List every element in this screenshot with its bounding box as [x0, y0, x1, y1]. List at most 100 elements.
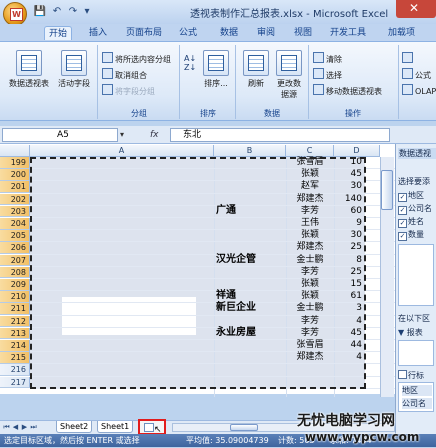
pivot-table-label: 数据透视表 — [9, 79, 49, 88]
field-checkbox-region[interactable]: ✓ 地区 — [398, 190, 424, 202]
tab-formulas[interactable]: 公式 — [175, 26, 201, 40]
active-field-label: 活动字段 — [58, 79, 90, 88]
tab-home[interactable]: 开始 — [44, 26, 73, 40]
window-title: 透视表制作汇总报表.xlsx - Microsoft Excel — [190, 9, 389, 20]
field-checkbox-company[interactable]: ✓ 公司名 — [398, 203, 432, 215]
column-header-d[interactable]: D — [334, 145, 380, 157]
sort-label: 排序... — [204, 79, 228, 88]
report-filter-box[interactable] — [398, 340, 434, 366]
move-pivot-label: 移动数据透视表 — [326, 87, 382, 96]
report-filter-area: ▼ 报表 — [398, 327, 423, 338]
name-box[interactable]: A5 — [2, 128, 118, 142]
choose-fields-label: 选择要添 — [398, 177, 430, 186]
change-data-source-label: 更改数据源 — [277, 79, 301, 99]
field-label: 地区 — [408, 191, 424, 200]
data-source-icon — [276, 50, 302, 76]
copy-marquee — [30, 157, 366, 389]
tab-data[interactable]: 数据 — [216, 26, 242, 40]
row-labels-icon — [398, 370, 407, 379]
sheet-tab-sheet1[interactable]: Sheet1 — [97, 421, 134, 433]
select-all-corner[interactable] — [0, 145, 30, 157]
active-field-icon — [61, 50, 87, 76]
group-label-grouping: 分组 — [131, 109, 147, 118]
sort-icon — [203, 50, 229, 76]
column-header-c[interactable]: C — [286, 145, 334, 157]
sort-az-icon[interactable]: A↓ Z↓ — [184, 54, 198, 72]
horizontal-scroll-thumb[interactable] — [230, 424, 258, 431]
row-header[interactable]: 213 — [0, 327, 30, 340]
formulas-button[interactable]: 公式 — [402, 68, 431, 81]
watermark-line1: 无忧电脑学习网 — [297, 413, 395, 429]
tab-review[interactable]: 审阅 — [253, 26, 279, 40]
close-icon: ✕ — [409, 1, 420, 15]
row-header[interactable]: 209 — [0, 279, 30, 291]
clear-button[interactable]: 清除 — [313, 52, 342, 65]
row-header[interactable]: 216 — [0, 364, 30, 376]
group-selection-button[interactable]: 将所选内容分组 — [102, 52, 171, 65]
formula-input[interactable]: 东北 — [170, 128, 390, 142]
row-header[interactable]: 215 — [0, 352, 30, 364]
insert-function-icon[interactable]: fx — [150, 128, 168, 142]
last-sheet-icon[interactable]: ⏭ — [30, 423, 37, 431]
row-item-company[interactable]: 公司名 — [402, 398, 432, 409]
row-header[interactable]: 210 — [0, 291, 30, 303]
select-button[interactable]: 选择 — [313, 68, 342, 81]
redo-icon[interactable]: ↷ — [66, 5, 80, 19]
tools-button[interactable] — [402, 52, 415, 65]
row-header[interactable]: 212 — [0, 315, 30, 328]
active-field-button[interactable]: 活动字段 — [54, 50, 94, 89]
checkbox-checked-icon: ✓ — [398, 193, 407, 202]
field-label: 公司名 — [408, 204, 432, 213]
field-checkbox-quantity[interactable]: ✓ 数量 — [398, 229, 424, 241]
field-checkbox-name[interactable]: ✓ 姓名 — [398, 216, 424, 228]
column-header-b[interactable]: B — [214, 145, 286, 157]
row-header[interactable]: 214 — [0, 340, 30, 352]
sort-button[interactable]: 排序... — [200, 50, 232, 89]
insert-worksheet-button[interactable]: ↖ — [138, 419, 166, 435]
office-button[interactable]: W — [3, 2, 27, 26]
next-sheet-icon[interactable]: ▶ — [21, 423, 28, 431]
refresh-label: 刷新 — [248, 79, 264, 88]
checkbox-checked-icon: ✓ — [398, 206, 407, 215]
tab-view[interactable]: 视图 — [290, 26, 316, 40]
first-sheet-icon[interactable]: ⏮ — [3, 423, 10, 431]
group-separator — [398, 45, 399, 119]
row-header[interactable]: 199 — [0, 157, 30, 169]
watermark-line2: www.wypcw.com — [305, 430, 420, 444]
row-header[interactable]: 217 — [0, 376, 30, 389]
change-data-source-button[interactable]: 更改数据源 — [274, 50, 304, 100]
row-header[interactable]: 200 — [0, 169, 30, 181]
vertical-scroll-thumb[interactable] — [381, 170, 393, 210]
row-header[interactable]: 204 — [0, 218, 30, 230]
row-header[interactable]: 205 — [0, 230, 30, 242]
tab-insert[interactable]: 插入 — [85, 26, 111, 40]
close-button[interactable]: ✕ — [396, 0, 436, 18]
pivot-table-button[interactable]: 数据透视表 — [6, 50, 52, 89]
olap-button[interactable]: OLAP — [402, 84, 436, 97]
prev-sheet-icon[interactable]: ◀ — [12, 423, 19, 431]
row-header[interactable]: 208 — [0, 266, 30, 279]
column-header-a[interactable]: A — [30, 145, 214, 157]
tab-page-layout[interactable]: 页面布局 — [122, 26, 166, 40]
row-header[interactable]: 203 — [0, 205, 30, 218]
formula-icon — [402, 68, 413, 79]
ungroup-button[interactable]: 取消组合 — [102, 68, 147, 81]
save-icon[interactable]: 💾 — [33, 5, 47, 19]
name-box-dropdown-icon[interactable]: ▾ — [120, 128, 130, 142]
undo-icon[interactable]: ↶ — [50, 5, 64, 19]
customize-quick-access-icon[interactable]: ▾ — [80, 5, 94, 19]
row-header[interactable]: 206 — [0, 242, 30, 254]
group-label-sort: 排序 — [200, 109, 216, 118]
move-pivot-button[interactable]: 移动数据透视表 — [313, 84, 382, 97]
row-header[interactable]: 207 — [0, 254, 30, 267]
group-label-actions: 操作 — [345, 109, 361, 118]
row-header[interactable]: 211 — [0, 303, 30, 315]
tab-developer[interactable]: 开发工具 — [326, 26, 370, 40]
tab-addins[interactable]: 加载项 — [384, 26, 419, 40]
row-item-region[interactable]: 地区 — [402, 385, 432, 396]
refresh-button[interactable]: 刷新 — [240, 50, 272, 89]
group-field-button[interactable]: 将字段分组 — [102, 84, 155, 97]
sheet-tab-sheet2[interactable]: Sheet2 — [56, 421, 93, 433]
row-header[interactable]: 202 — [0, 193, 30, 206]
row-header[interactable]: 201 — [0, 181, 30, 193]
